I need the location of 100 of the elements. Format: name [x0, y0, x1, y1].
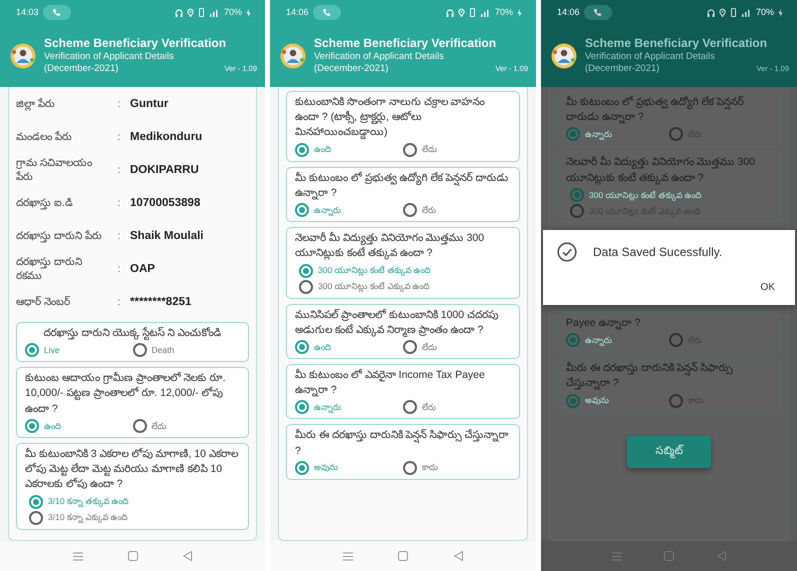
radio-button[interactable]: [403, 203, 417, 218]
option-label: ఉన్నారు: [585, 334, 612, 346]
charging-icon: [778, 8, 783, 16]
option-label: Death: [152, 344, 174, 357]
radio-button[interactable]: [29, 510, 43, 525]
option-label: 3/10 కన్నా తక్కువ ఉంది: [48, 495, 129, 508]
question-text: మీ కుటుంబానికి 3 ఎకరాల లోపు మాగాణి, 10 ఎకరాల లోపు మెట్ట లేదా మెట్ట మరియు మాగాణి కలిపి 10 ఎకరాలకు లోపు ఉందా ?: [25, 446, 239, 492]
battery-level: 70%: [494, 6, 513, 19]
radio-button[interactable]: [669, 394, 683, 408]
field-value: Shaik Moulali: [130, 229, 204, 244]
back-icon[interactable]: [716, 551, 726, 561]
check-circle-icon: [557, 242, 577, 262]
colon-separator: :: [116, 295, 122, 310]
field-value: Guntur: [130, 97, 168, 112]
question-text: కుటుంబానికి సొంతంగా నాలుగు చక్రాల వాహనం ఉందా ? (టాక్సీ, ట్రాక్టర్లు, ఆటోలు మినహాయించబడ్డాయి): [295, 95, 486, 141]
home-icon[interactable]: [664, 551, 674, 561]
colon-separator: :: [116, 196, 122, 212]
field-label: జిల్లా పేరు: [16, 98, 56, 112]
app-subtitle: Verification of Applicant Details: [585, 51, 716, 63]
question-text: మీ కుటుంబం లో ఎవరైనా Income Tax Payee ఉన్నారా ?: [295, 368, 486, 398]
app-period: (December-2021): [585, 62, 660, 75]
radio-button[interactable]: [566, 333, 580, 348]
menu-icon[interactable]: [342, 552, 353, 560]
back-icon[interactable]: [183, 551, 192, 561]
option-label: లేదు: [152, 420, 166, 432]
option-label: 300 యూనిట్లు కంటే తక్కువ ఉంది: [318, 264, 431, 277]
radio-button[interactable]: [570, 188, 584, 202]
radio-button[interactable]: [132, 418, 146, 433]
radio-button[interactable]: [403, 340, 417, 354]
dialog-message: Data Saved Sucessfully.: [593, 244, 722, 261]
field-label: దరఖాస్తు దారుని పేరు: [16, 230, 103, 244]
radio-button[interactable]: [295, 400, 309, 414]
question-text: మీ కుటుంబం లో ప్రభుత్వ ఉద్యోగి లేక పెన్షనర్ దారుడు ఉన్నారా ?: [566, 95, 745, 126]
colon-separator: :: [116, 163, 122, 178]
radio-button[interactable]: [403, 400, 417, 414]
radio-button[interactable]: [299, 264, 313, 278]
home-icon[interactable]: [128, 551, 138, 561]
option-label: లేదు: [422, 143, 437, 156]
headset-icon: [446, 8, 454, 16]
status-time: 14:06: [286, 6, 309, 19]
radio-button[interactable]: [669, 333, 683, 348]
option-label: ఉంది: [314, 340, 331, 354]
radio-button[interactable]: [403, 142, 417, 157]
question-text: కుటుంబ ఆదాయం గ్రామీణ ప్రాంతాలలో నెలకు రూ. 10,000/- పట్టణ ప్రాంతాలలో రూ. 12,000/- లోపు ఉందా ?: [25, 371, 227, 417]
radio-button[interactable]: [403, 460, 417, 475]
home-icon[interactable]: [398, 551, 408, 561]
field-label: గ్రామ సచివాలయం పేరు: [16, 157, 93, 185]
vibrate-icon: [198, 8, 205, 17]
option-label: ఉన్నారు: [314, 204, 341, 216]
battery-level: 70%: [224, 6, 242, 19]
charging-icon: [517, 8, 522, 16]
radio-button[interactable]: [295, 142, 309, 157]
vibrate-icon: [730, 8, 737, 17]
option-label: లేరు: [422, 401, 436, 414]
back-icon[interactable]: [454, 551, 464, 561]
app-subtitle: Verification of Applicant Details: [44, 51, 175, 63]
battery-level: 70%: [756, 6, 774, 19]
field-value: OAP: [130, 262, 155, 278]
location-icon: [718, 8, 726, 17]
radio-button[interactable]: [25, 418, 39, 433]
radio-button[interactable]: [570, 204, 584, 218]
option-label: 3/10 కన్నా ఎక్కువ ఉంది: [48, 511, 128, 524]
radio-button[interactable]: [132, 343, 146, 358]
status-time: 14:06: [557, 6, 580, 19]
option-label: అవును: [314, 461, 338, 474]
app-title: Scheme Beneficiary Verification: [44, 37, 228, 52]
app-period: (December-2021): [314, 62, 388, 75]
field-label: దరఖాస్తు దారుని రకము: [16, 256, 83, 284]
option-label: Live: [44, 344, 60, 357]
radio-button[interactable]: [295, 340, 309, 354]
vibrate-icon: [468, 8, 476, 17]
question-text: మీరు ఈ దరఖాస్తు దారునికి పెన్షన్ సిఫార్సు చేస్తున్నారా ?: [566, 361, 734, 392]
logo-icon: [10, 43, 36, 69]
question-text: దరఖాస్తు దారుని యొక్క స్టేటస్ ని ఎంచుకోండి: [42, 326, 222, 342]
menu-icon[interactable]: [612, 552, 622, 560]
signal-icon: [740, 8, 752, 16]
radio-button[interactable]: [295, 460, 309, 475]
radio-button[interactable]: [25, 343, 39, 358]
location-icon: [186, 8, 194, 17]
question-text: మీరు ఈ దరఖాస్తు దారునికి పెన్షన్ సిఫార్సు చేస్తున్నారా ?: [295, 428, 510, 459]
colon-separator: :: [116, 130, 122, 146]
submit-button[interactable]: సబ్మిట్: [627, 436, 711, 468]
option-label: కాదు: [422, 461, 438, 474]
option-label: ఉంది: [44, 420, 61, 432]
radio-button[interactable]: [566, 394, 580, 408]
ok-button[interactable]: OK: [754, 278, 781, 297]
field-label: ఆధార్ నెంబర్: [16, 296, 72, 310]
app-period: (December-2021): [44, 62, 118, 75]
location-icon: [458, 8, 465, 17]
radio-button[interactable]: [295, 203, 309, 218]
headset-icon: [174, 8, 183, 16]
radio-button[interactable]: [29, 494, 43, 509]
radio-button[interactable]: [566, 127, 580, 142]
headset-icon: [706, 8, 715, 16]
signal-icon: [480, 8, 491, 16]
radio-button[interactable]: [669, 127, 683, 142]
question-text: Payee ఉన్నారా ?: [566, 316, 642, 332]
colon-separator: :: [116, 262, 122, 278]
menu-icon[interactable]: [72, 552, 83, 560]
radio-button[interactable]: [299, 280, 313, 294]
